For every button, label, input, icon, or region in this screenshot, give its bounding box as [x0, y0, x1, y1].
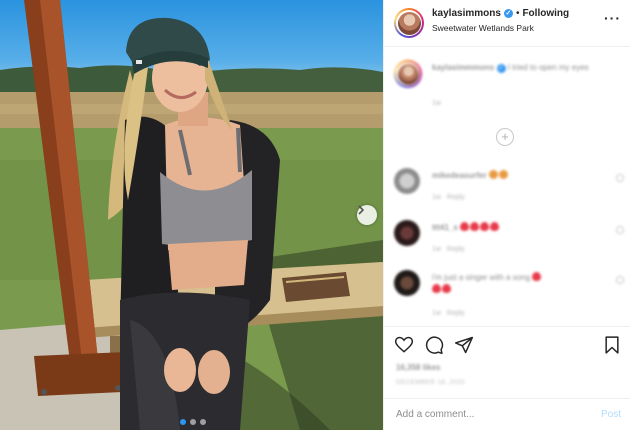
follow-separator: •	[515, 8, 520, 19]
author-username[interactable]: kaylasimmons	[432, 8, 501, 19]
reply-button[interactable]: Reply	[447, 194, 465, 201]
heart-outline-icon[interactable]	[616, 174, 624, 182]
chevron-right-icon	[358, 205, 365, 215]
author-avatar[interactable]	[394, 8, 424, 38]
commenter-avatar[interactable]	[394, 270, 420, 296]
likes-count[interactable]: 16,358 likes	[396, 363, 440, 372]
post-location[interactable]: Sweetwater Wetlands Park	[432, 23, 534, 33]
caption-avatar[interactable]	[394, 60, 422, 88]
comment-age: 1w	[432, 194, 441, 201]
commenter-avatar[interactable]	[394, 220, 420, 246]
bookmark-icon[interactable]	[602, 335, 622, 355]
comment-text: i'm just a singer with a song	[432, 272, 602, 296]
carousel-dot-active	[180, 419, 186, 425]
more-horizontal-icon[interactable]: ···	[604, 10, 621, 26]
heart-outline-icon[interactable]	[616, 276, 624, 284]
commenter-avatar[interactable]	[394, 168, 420, 194]
comment-meta: 1w Reply	[432, 194, 465, 201]
emoji-icon	[490, 222, 500, 231]
next-photo-button[interactable]	[357, 205, 377, 225]
post-comment-button[interactable]: Post	[601, 409, 621, 420]
carousel-dot	[200, 419, 206, 425]
avatar-image	[397, 11, 421, 35]
comment-age: 1w	[432, 310, 441, 317]
reply-button[interactable]: Reply	[447, 310, 465, 317]
photo-image	[0, 0, 383, 430]
verified-badge-icon: ✓	[503, 9, 513, 18]
comment-meta: 1w Reply	[432, 246, 465, 253]
carousel-indicator	[180, 419, 206, 425]
comment-age: 1w	[432, 246, 441, 253]
action-bar: 16,358 likes DECEMBER 18, 2020	[384, 326, 630, 398]
following-button[interactable]: Following	[522, 8, 569, 19]
comment-input[interactable]	[396, 409, 576, 420]
post-date: DECEMBER 18, 2020	[396, 379, 466, 386]
comment-row: mikedeasurfer 1w Reply	[394, 168, 624, 208]
comments-list[interactable]: kaylasimmmons ✓ I tried to open my eyes …	[384, 48, 630, 326]
comment-text: ttt41_s	[432, 222, 602, 234]
add-comment-bar: Post	[384, 398, 630, 430]
post-sidebar: kaylasimmons ✓ • Following Sweetwater We…	[383, 0, 630, 430]
heart-icon[interactable]	[394, 335, 414, 355]
comment-text: mikedeasurfer	[432, 170, 602, 182]
caption-text: kaylasimmmons ✓ I tried to open my eyes	[432, 62, 602, 74]
share-icon[interactable]	[454, 335, 474, 355]
comment-body: i'm just a singer with a song	[432, 273, 531, 282]
emoji-icon	[460, 222, 470, 231]
carousel-dot	[190, 419, 196, 425]
emoji-icon	[470, 222, 480, 231]
post-photo[interactable]	[0, 0, 383, 430]
emoji-icon	[532, 272, 542, 281]
comment-username[interactable]: mikedeasurfer	[432, 171, 487, 180]
caption-username[interactable]: kaylasimmmons	[432, 63, 494, 72]
emoji-icon	[480, 222, 490, 231]
caption-age: 1w	[432, 100, 441, 107]
load-more-comments-button[interactable]: +	[496, 128, 514, 146]
caption-body: I tried to open my eyes	[507, 63, 589, 72]
emoji-icon	[488, 170, 498, 179]
comment-meta: 1w Reply	[432, 310, 465, 317]
emoji-icon	[432, 284, 441, 293]
verified-badge-icon: ✓	[496, 64, 506, 73]
comment-row: i'm just a singer with a song 1w Reply	[394, 270, 624, 320]
reply-button[interactable]: Reply	[447, 246, 465, 253]
comment-username[interactable]: ttt41_s	[432, 223, 458, 232]
emoji-icon	[442, 284, 451, 293]
comment-row: ttt41_s 1w Reply	[394, 220, 624, 260]
comment-icon[interactable]	[424, 335, 444, 355]
emoji-icon	[498, 170, 508, 179]
author-line: kaylasimmons ✓ • Following	[432, 8, 569, 19]
caption-row: kaylasimmmons ✓ I tried to open my eyes …	[394, 60, 624, 110]
heart-outline-icon[interactable]	[616, 226, 624, 234]
post-header: kaylasimmons ✓ • Following Sweetwater We…	[384, 0, 630, 47]
